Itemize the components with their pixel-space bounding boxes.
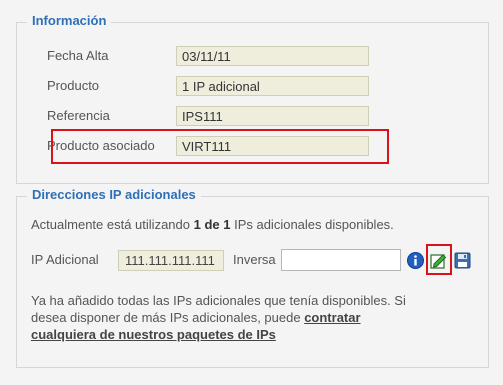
ip-legend: Direcciones IP adicionales	[27, 187, 201, 202]
ip-adicional-value: 111.111.111.111	[118, 250, 224, 271]
ip-limit-message: Ya ha añadido todas las IPs adicionales …	[31, 292, 426, 343]
usage-status-count: 1 de 1	[193, 217, 231, 232]
producto-asociado-highlight	[51, 129, 389, 164]
edit-icon[interactable]	[430, 252, 447, 269]
ip-adicional-label: IP Adicional	[31, 252, 99, 267]
usage-status-prefix: Actualmente está utilizando	[31, 217, 194, 232]
inversa-input[interactable]	[281, 249, 401, 271]
info-icon[interactable]	[407, 252, 424, 269]
usage-status: Actualmente está utilizando 1 de 1 IPs a…	[31, 217, 394, 232]
producto-value: 1 IP adicional	[176, 76, 369, 96]
usage-status-suffix: IPs adicionales disponibles.	[230, 217, 394, 232]
info-legend: Información	[27, 13, 112, 28]
fecha-alta-value: 03/11/11	[176, 46, 369, 66]
inversa-label: Inversa	[233, 252, 276, 267]
producto-label: Producto	[47, 78, 100, 93]
save-icon[interactable]	[454, 252, 471, 269]
referencia-label: Referencia	[47, 108, 110, 123]
fecha-alta-label: Fecha Alta	[47, 48, 109, 63]
referencia-value: IPS111	[176, 106, 369, 126]
